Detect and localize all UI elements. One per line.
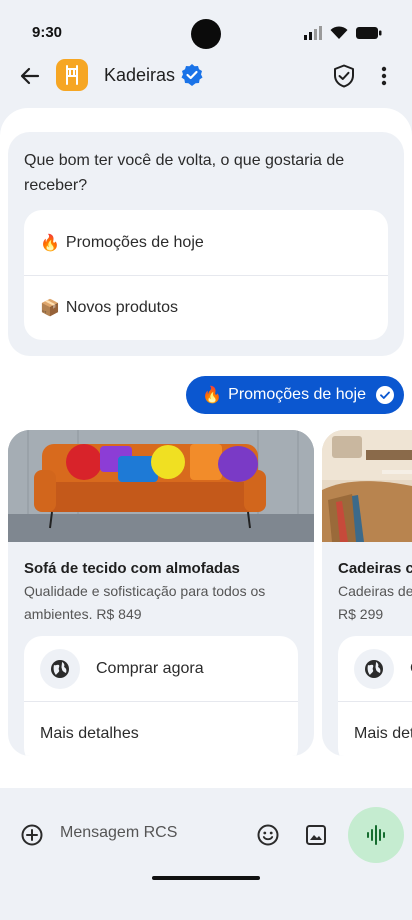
brand-logo[interactable] (56, 59, 88, 91)
user-message[interactable]: 🔥 Promoções de hoje (186, 376, 404, 414)
suggestion-label: Promoções de hoje (65, 233, 204, 251)
buy-now-label: Comprar agora (96, 659, 204, 677)
suggested-replies: 🔥 Promoções de hoje 📦 Novos produtos (24, 210, 388, 340)
back-button[interactable] (14, 60, 46, 92)
conversation-area[interactable]: Que bom ter você de volta, o que gostari… (0, 108, 412, 788)
wifi-icon (330, 26, 348, 39)
rich-card-sofa[interactable]: Sofá de tecido com almofadas Qualidade e… (8, 430, 314, 756)
add-circle-icon[interactable] (20, 823, 44, 847)
more-vert-icon (381, 66, 387, 86)
card-actions: Comprar agora Mais detalhes (24, 636, 298, 756)
status-time: 9:30 (32, 24, 63, 41)
security-button[interactable] (330, 62, 358, 90)
suggestion-novos-produtos[interactable]: 📦 Novos produtos (24, 275, 388, 340)
card-actions: C Mais det (338, 636, 412, 756)
card-title: Cadeiras c (338, 560, 412, 577)
card-title: Sofá de tecido com almofadas (24, 560, 240, 577)
fire-icon: 🔥 (40, 234, 60, 252)
card-price: R$ 299 (338, 606, 384, 622)
globe-icon (354, 648, 394, 689)
fire-icon: 🔥 (202, 387, 223, 404)
more-options-button[interactable] (370, 62, 398, 90)
message-composer (8, 807, 340, 863)
more-details-label: Mais det (354, 725, 412, 742)
bot-message-text: Que bom ter você de volta, o que gostari… (24, 152, 345, 194)
suggestion-promocoes[interactable]: 🔥 Promoções de hoje (24, 210, 388, 275)
more-details-button[interactable]: Mais detalhes (24, 701, 298, 756)
voice-message-button[interactable] (348, 807, 404, 863)
more-details-button[interactable]: Mais det (338, 701, 412, 756)
home-indicator[interactable] (152, 876, 260, 880)
brand-name[interactable]: Kadeiras (104, 65, 175, 86)
bot-message: Que bom ter você de volta, o que gostari… (8, 132, 404, 356)
signal-icon (304, 26, 322, 40)
user-message-text: Promoções de hoje (228, 386, 366, 403)
status-icons (304, 25, 382, 41)
suggestion-label: Novos produtos (65, 299, 178, 316)
chairs-image (322, 430, 412, 542)
card-description: Cadeiras de R$ 299 (338, 580, 412, 626)
conversation-header: Kadeiras (0, 52, 412, 100)
globe-icon (40, 648, 80, 689)
shield-check-icon (334, 64, 354, 88)
buy-now-button[interactable]: Comprar agora (24, 636, 298, 701)
delivered-check-icon (376, 386, 394, 404)
rich-card-cadeiras[interactable]: Cadeiras c Cadeiras de R$ 299 C Mais det (322, 430, 412, 756)
more-details-label: Mais detalhes (40, 725, 139, 742)
audio-waveform-icon (367, 825, 385, 845)
image-gallery-icon[interactable] (304, 823, 328, 847)
message-input[interactable] (60, 824, 240, 842)
card-description: Qualidade e sofisticação para todos os a… (24, 583, 266, 622)
battery-icon (356, 27, 382, 39)
chair-logo-icon (66, 65, 78, 85)
arrow-left-icon (20, 67, 40, 85)
card-description-line: Cadeiras de (338, 583, 412, 599)
verified-badge-icon (181, 64, 203, 86)
sofa-image (8, 430, 314, 542)
front-camera (191, 19, 221, 49)
buy-now-button[interactable]: C (338, 636, 412, 701)
package-icon: 📦 (40, 300, 60, 317)
emoji-icon[interactable] (256, 823, 280, 847)
